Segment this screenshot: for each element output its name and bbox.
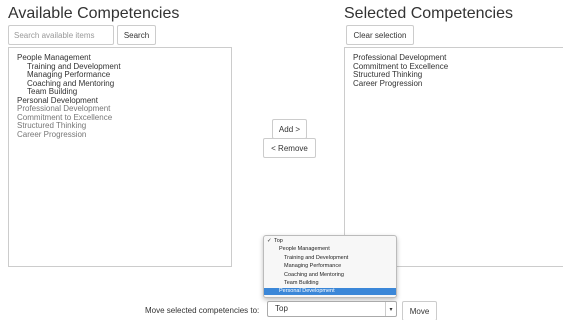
- add-button[interactable]: Add >: [272, 119, 307, 139]
- dropdown-option[interactable]: Coaching and Mentoring: [264, 272, 396, 279]
- move-label: Move selected competencies to:: [145, 306, 260, 315]
- clear-selection-button[interactable]: Clear selection: [346, 25, 414, 45]
- dropdown-option[interactable]: Team Building: [264, 280, 396, 287]
- dropdown-option-label: Coaching and Mentoring: [284, 271, 344, 278]
- dropdown-option-label: Top: [274, 238, 283, 244]
- chevron-down-icon: ▾: [385, 302, 396, 316]
- dropdown-option-label: Managing Performance: [284, 263, 342, 270]
- dropdown-option[interactable]: ✓ Top: [264, 238, 396, 245]
- checkmark-icon: ✓: [267, 238, 272, 244]
- dropdown-option-label: Training and Development: [284, 254, 349, 261]
- search-button[interactable]: Search: [117, 25, 156, 45]
- dropdown-option[interactable]: Managing Performance: [264, 263, 396, 270]
- selected-competencies-heading: Selected Competencies: [344, 5, 513, 22]
- dropdown-option-label: Personal Development: [279, 288, 335, 295]
- dropdown-option[interactable]: Personal Development: [264, 288, 396, 296]
- search-input[interactable]: [8, 25, 114, 45]
- move-button[interactable]: Move: [402, 301, 437, 320]
- dropdown-option-label: Team Building: [284, 280, 319, 286]
- dropdown-option-label: People Management: [279, 246, 330, 253]
- selected-list-item[interactable]: Career Progression: [353, 79, 422, 88]
- remove-button[interactable]: < Remove: [263, 138, 316, 158]
- dropdown-option[interactable]: Training and Development: [264, 255, 396, 262]
- move-target-select-value: Top: [275, 304, 288, 313]
- available-list-item[interactable]: Career Progression: [17, 130, 86, 139]
- dropdown-option[interactable]: People Management: [264, 246, 396, 253]
- selected-competencies-list[interactable]: Professional Development Commitment to Ex…: [344, 47, 563, 267]
- move-target-select[interactable]: Top ▾: [267, 301, 397, 317]
- move-target-dropdown-menu[interactable]: ✓ Top People Management Training and Develo…: [263, 235, 397, 298]
- available-competencies-list[interactable]: People Management Training and Developmen…: [8, 47, 232, 267]
- available-competencies-heading: Available Competencies: [8, 5, 180, 22]
